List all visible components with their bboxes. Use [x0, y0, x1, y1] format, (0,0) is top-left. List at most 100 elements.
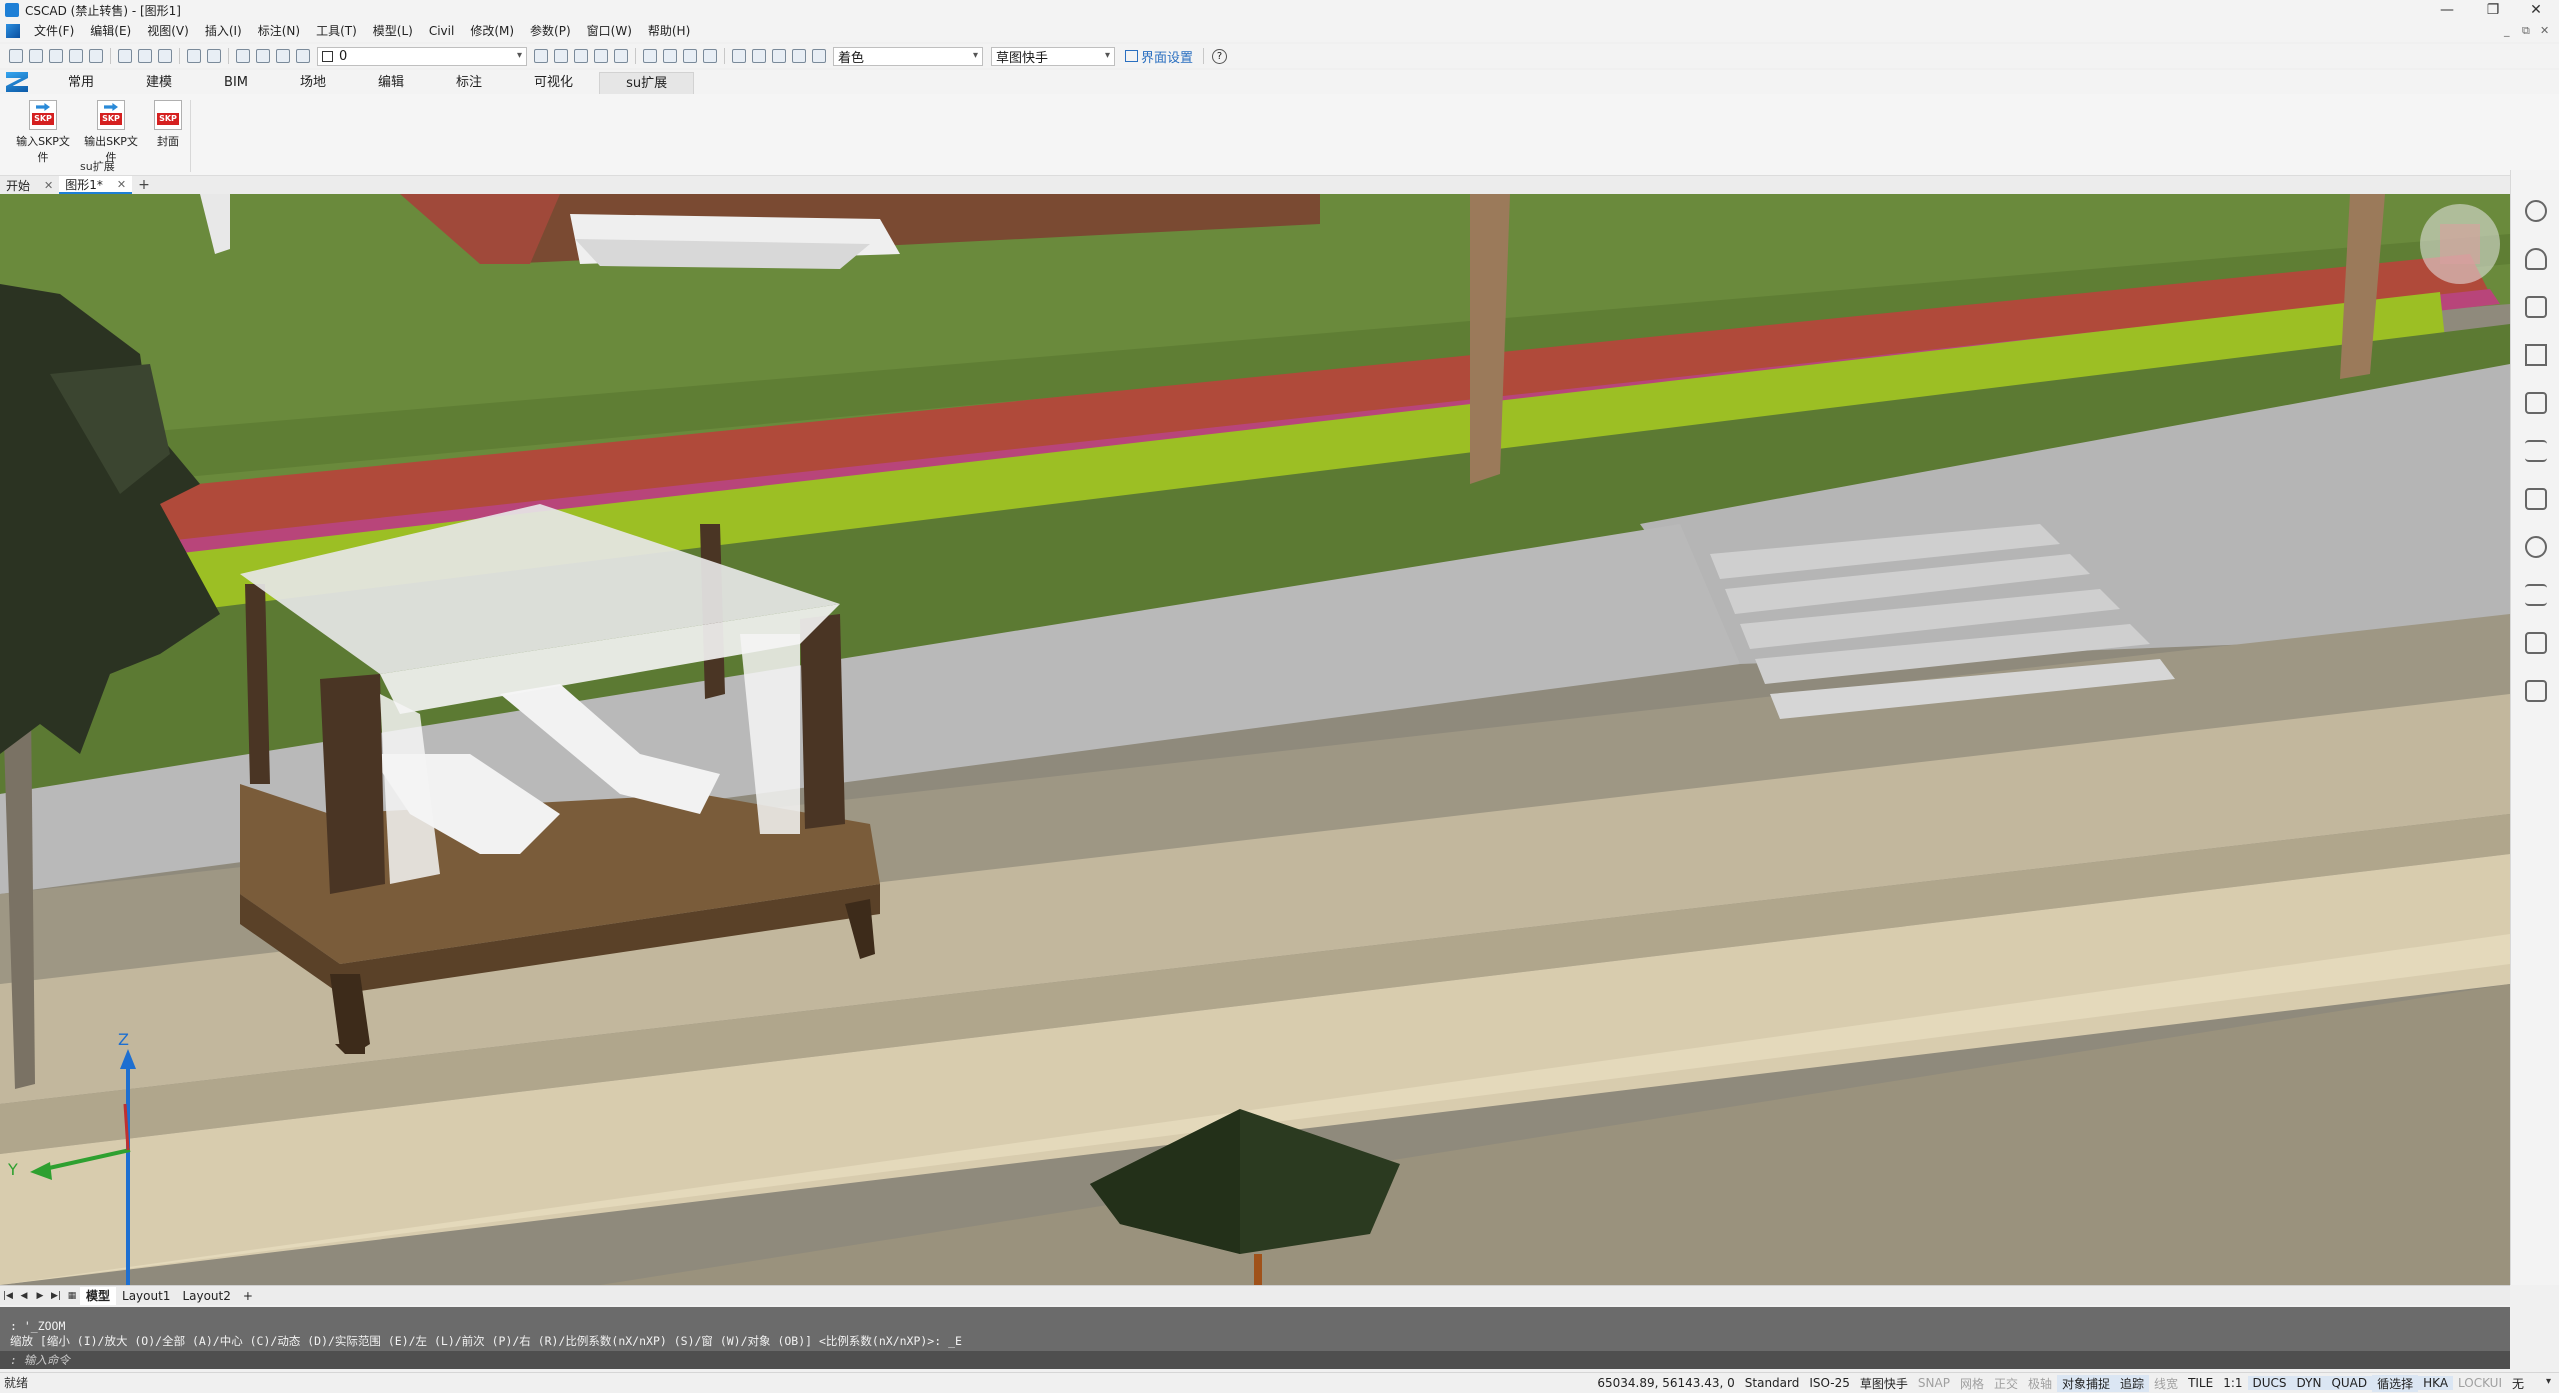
toggle-hka[interactable]: HKA	[2418, 1376, 2454, 1390]
toggle-ortho[interactable]: 正交	[1989, 1375, 2023, 1392]
layer-previous-icon[interactable]	[554, 49, 568, 63]
image-icon[interactable]	[812, 49, 826, 63]
save-all-icon[interactable]	[89, 49, 103, 63]
layers-icon[interactable]	[2525, 392, 2547, 414]
toggle-snap[interactable]: SNAP	[1913, 1376, 1955, 1390]
mdi-close-button[interactable]: ✕	[2540, 24, 2549, 37]
mdi-minimize-button[interactable]: _	[2504, 24, 2510, 37]
workspace-dropdown[interactable]: 草图快手 ▾	[991, 46, 1115, 66]
status-none[interactable]: 无	[2507, 1375, 2529, 1392]
menu-view[interactable]: 视图(V)	[139, 20, 197, 42]
layer-state-icon[interactable]	[594, 49, 608, 63]
drawing-viewport[interactable]: Z Y	[0, 194, 2510, 1285]
layer-freeze-icon[interactable]	[256, 49, 270, 63]
tab-model[interactable]: 模型	[80, 1286, 117, 1305]
print-preview-icon[interactable]	[138, 49, 152, 63]
layout-list-icon[interactable]: ▦	[65, 1289, 79, 1303]
layer-plot-icon[interactable]	[296, 49, 310, 63]
menu-window[interactable]: 窗口(W)	[579, 20, 640, 42]
undo-icon[interactable]	[187, 49, 201, 63]
display-icon[interactable]	[2525, 296, 2547, 318]
coordinates-readout[interactable]: 65034.89, 56143.43, 0	[1592, 1376, 1739, 1390]
tab-layout1[interactable]: Layout1	[116, 1287, 176, 1305]
interface-settings-button[interactable]: 界面设置	[1125, 47, 1193, 66]
toggle-cycle-select[interactable]: 循选择	[2372, 1374, 2419, 1392]
hatch-icon[interactable]	[2525, 488, 2547, 510]
toggle-tile[interactable]: TILE	[2183, 1376, 2218, 1390]
tab-su-extension[interactable]: su扩展	[599, 72, 695, 94]
close-window-button[interactable]: ✕	[2513, 0, 2559, 20]
import-skp-button[interactable]: SKP 输入SKP文件	[12, 100, 74, 165]
view-top-icon[interactable]	[643, 49, 657, 63]
layer-lock-icon[interactable]	[276, 49, 290, 63]
close-icon[interactable]: ✕	[44, 179, 53, 192]
toggle-osnap[interactable]: 对象捕捉	[2057, 1374, 2116, 1392]
tab-layout2[interactable]: Layout2	[176, 1287, 236, 1305]
toggle-tracking[interactable]: 追踪	[2115, 1374, 2150, 1392]
next-layout-button[interactable]: ▶	[33, 1289, 47, 1303]
viewcube[interactable]	[2440, 224, 2480, 264]
toggle-quad[interactable]: QUAD	[2326, 1376, 2373, 1390]
cscad-logo-icon[interactable]	[6, 72, 28, 92]
spiral-icon[interactable]	[2525, 536, 2547, 558]
view-front-icon[interactable]	[663, 49, 677, 63]
command-input[interactable]: : 输入命令	[0, 1351, 2510, 1369]
menu-modify[interactable]: 修改(M)	[462, 20, 522, 42]
new-file-icon[interactable]	[9, 49, 23, 63]
layer-properties-icon[interactable]	[574, 49, 588, 63]
close-icon[interactable]: ✕	[117, 178, 126, 191]
menu-dimension[interactable]: 标注(N)	[250, 20, 308, 42]
settings-gear-icon[interactable]	[772, 49, 786, 63]
menu-help[interactable]: 帮助(H)	[640, 20, 698, 42]
design-center-icon[interactable]	[752, 49, 766, 63]
tab-common[interactable]: 常用	[42, 72, 120, 94]
tab-site[interactable]: 场地	[274, 72, 352, 94]
annotation-scale[interactable]: 1:1	[2218, 1376, 2247, 1390]
bulb-icon[interactable]	[2525, 200, 2547, 222]
minimize-button[interactable]: —	[2424, 0, 2470, 20]
layer-walk-icon[interactable]	[614, 49, 628, 63]
tab-visualize[interactable]: 可视化	[508, 72, 599, 94]
menu-tools[interactable]: 工具(T)	[308, 20, 365, 42]
new-tab-button[interactable]: +	[132, 176, 156, 194]
tab-annotate[interactable]: 标注	[430, 72, 508, 94]
properties-icon[interactable]	[732, 49, 746, 63]
view-iso-icon[interactable]	[703, 49, 717, 63]
mdi-restore-button[interactable]: ⧉	[2522, 24, 2530, 38]
tab-bim[interactable]: BIM	[198, 72, 274, 94]
prev-layout-button[interactable]: ◀	[17, 1289, 31, 1303]
help-icon[interactable]: ?	[1212, 48, 1228, 64]
toggle-lockui[interactable]: LOCKUI	[2453, 1376, 2507, 1390]
toggle-grid[interactable]: 网格	[1955, 1375, 1989, 1392]
view-left-icon[interactable]	[683, 49, 697, 63]
open-file-icon[interactable]	[29, 49, 43, 63]
toggle-dyn[interactable]: DYN	[2291, 1376, 2327, 1390]
beam-icon[interactable]	[2525, 440, 2547, 462]
menu-file[interactable]: 文件(F)	[26, 20, 82, 42]
toggle-polar[interactable]: 极轴	[2023, 1375, 2057, 1392]
match-layer-icon[interactable]	[534, 49, 548, 63]
doc-tab-start[interactable]: 开始 ✕	[0, 176, 59, 194]
toggle-lineweight[interactable]: 线宽	[2149, 1375, 2183, 1392]
save-as-icon[interactable]	[69, 49, 83, 63]
tab-edit[interactable]: 编辑	[352, 72, 430, 94]
sliders-icon[interactable]	[2525, 584, 2547, 606]
cover-button[interactable]: SKP 封面	[138, 100, 198, 149]
menu-civil[interactable]: Civil	[421, 20, 462, 42]
status-menu-arrow[interactable]: ▾	[2546, 1376, 2551, 1387]
layer-on-icon[interactable]	[236, 49, 250, 63]
tab-modeling[interactable]: 建模	[120, 72, 198, 94]
menu-insert[interactable]: 插入(I)	[197, 20, 250, 42]
visual-style-dropdown[interactable]: 着色 ▾	[833, 46, 983, 66]
workspace-status[interactable]: 草图快手	[1855, 1375, 1913, 1392]
block-editor-icon[interactable]	[792, 49, 806, 63]
tree-structure-icon[interactable]	[2525, 680, 2547, 702]
text-style[interactable]: Standard	[1740, 1376, 1805, 1390]
layer-dropdown[interactable]: 0 ▾	[317, 46, 527, 66]
first-layout-button[interactable]: |◀	[1, 1289, 15, 1303]
menu-edit[interactable]: 编辑(E)	[82, 20, 139, 42]
last-layout-button[interactable]: ▶|	[49, 1289, 63, 1303]
print-icon[interactable]	[158, 49, 172, 63]
export-icon[interactable]	[118, 49, 132, 63]
menu-parameters[interactable]: 参数(P)	[522, 20, 579, 42]
